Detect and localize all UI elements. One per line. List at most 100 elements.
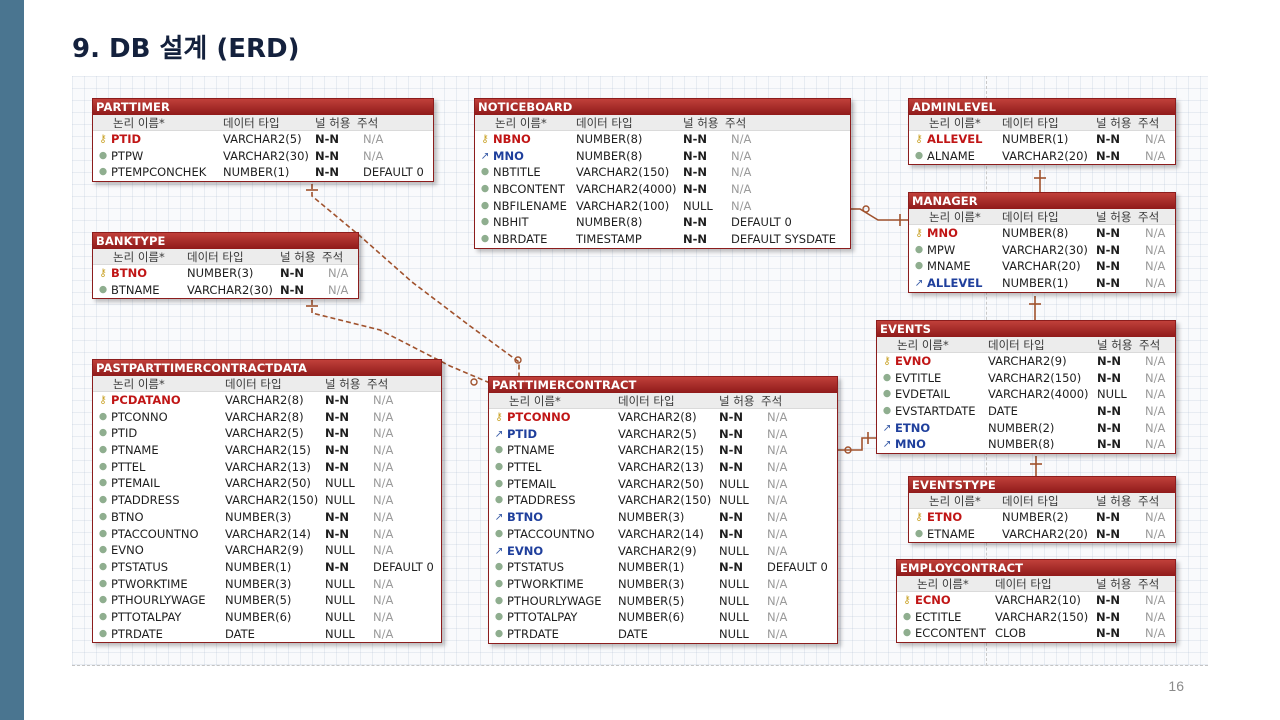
entity-column-row[interactable]: ● PTEMAIL VARCHAR2(50) NULL N/A [489, 476, 837, 493]
entity-column-row[interactable]: ● EVTITLE VARCHAR2(150) N-N N/A [877, 370, 1175, 387]
entity-column-row[interactable]: ⚷ EVNO VARCHAR2(9) N-N N/A [877, 353, 1175, 370]
entity-column-row[interactable]: ● PTHOURLYWAGE NUMBER(5) NULL N/A [489, 593, 837, 610]
entity-column-row[interactable]: ● PTACCOUNTNO VARCHAR2(14) N-N N/A [489, 526, 837, 543]
entity-employcontract[interactable]: EMPLOYCONTRACT 논리 이름* 데이터 타입 널 허용 주석 ⚷ ECNO VAR… [896, 559, 1176, 644]
column-comment: N/A [1145, 242, 1166, 257]
column-type: VARCHAR2(15) [618, 443, 704, 458]
entity-column-row[interactable]: ⚷ ALLEVEL NUMBER(1) N-N N/A [909, 131, 1175, 148]
entity-column-row[interactable]: ● PTEMAIL VARCHAR2(50) NULL N/A [93, 475, 441, 492]
entity-column-row[interactable]: ● MNAME VARCHAR(20) N-N N/A [909, 258, 1175, 275]
entity-column-row[interactable]: ● PTRDATE DATE NULL N/A [93, 626, 441, 643]
entity-column-row[interactable]: ● NBHIT NUMBER(8) N-N DEFAULT 0 [475, 214, 850, 231]
entity-column-row[interactable]: ● MPW VARCHAR2(30) N-N N/A [909, 242, 1175, 259]
entity-column-row[interactable]: ● EVNO VARCHAR2(9) NULL N/A [93, 542, 441, 559]
entity-eventstype[interactable]: EVENTSTYPE 논리 이름* 데이터 타입 널 허용 주석 ⚷ ETNO NUMBER(… [908, 476, 1176, 544]
entity-column-row[interactable]: ● PTID VARCHAR2(5) N-N N/A [93, 425, 441, 442]
entity-parttimercontract[interactable]: PARTTIMERCONTRACT 논리 이름* 데이터 타입 널 허용 주석 ⚷ PTCO… [488, 376, 838, 644]
entity-parttimer[interactable]: PARTTIMER 논리 이름* 데이터 타입 널 허용 주석 ⚷ PTID VARCHAR2… [92, 98, 434, 183]
entity-column-row[interactable]: ● PTHOURLYWAGE NUMBER(5) NULL N/A [93, 592, 441, 609]
entity-column-row[interactable]: ● PTSTATUS NUMBER(1) N-N DEFAULT 0 [93, 559, 441, 576]
column-type: VARCHAR2(9) [988, 354, 1067, 368]
entity-column-row[interactable]: ● ECTITLE VARCHAR2(150) N-N N/A [897, 609, 1175, 626]
column-dot-icon: ● [494, 461, 504, 473]
column-comment: N/A [373, 409, 394, 424]
entity-column-row[interactable]: ● EVSTARTDATE DATE N-N N/A [877, 403, 1175, 420]
column-nullability: N-N [1096, 510, 1121, 524]
entity-column-row[interactable]: ● EVDETAIL VARCHAR2(4000) NULL N/A [877, 386, 1175, 403]
entity-pastparttimercontractdata[interactable]: PASTPARTTIMERCONTRACTDATA 논리 이름* 데이터 타입 널 허… [92, 359, 442, 644]
entity-column-row[interactable]: ⚷ PTID VARCHAR2(5) N-N N/A [93, 131, 433, 148]
column-nullability: N-N [315, 148, 340, 163]
entity-column-row[interactable]: ● PTSTATUS NUMBER(1) N-N DEFAULT 0 [489, 559, 837, 576]
column-comment: N/A [767, 593, 788, 608]
entity-column-row[interactable]: ● PTNAME VARCHAR2(15) N-N N/A [93, 442, 441, 459]
entity-column-row[interactable]: ↗ BTNO NUMBER(3) N-N N/A [489, 509, 837, 526]
entity-column-row[interactable]: ● BTNO NUMBER(3) N-N N/A [93, 509, 441, 526]
entity-column-row[interactable]: ⚷ ECNO VARCHAR2(10) N-N N/A [897, 592, 1175, 609]
column-type: VARCHAR2(8) [618, 410, 697, 424]
entity-noticeboard[interactable]: NOTICEBOARD 논리 이름* 데이터 타입 널 허용 주석 ⚷ NBNO NUMBER… [474, 98, 851, 249]
entity-column-row[interactable]: ● PTACCOUNTNO VARCHAR2(14) N-N N/A [93, 526, 441, 543]
entity-column-row[interactable]: ● PTADDRESS VARCHAR2(150) NULL N/A [93, 492, 441, 509]
entity-column-row[interactable]: ● PTTOTALPAY NUMBER(6) NULL N/A [489, 609, 837, 626]
entity-column-row[interactable]: ⚷ ETNO NUMBER(2) N-N N/A [909, 509, 1175, 526]
entity-column-row[interactable]: ↗ ALLEVEL NUMBER(1) N-N N/A [909, 275, 1175, 292]
entity-manager[interactable]: MANAGER 논리 이름* 데이터 타입 널 허용 주석 ⚷ MNO NUMBER(8) N-… [908, 192, 1176, 293]
entity-adminlevel[interactable]: ADMINLEVEL 논리 이름* 데이터 타입 널 허용 주석 ⚷ ALLEVEL NUMB… [908, 98, 1176, 166]
entity-column-row[interactable]: ● NBRDATE TIMESTAMP N-N DEFAULT SYSDATE [475, 231, 850, 248]
column-comment: N/A [767, 510, 788, 525]
column-name: EVNO [507, 543, 544, 558]
entity-title: PARTTIMER [93, 99, 433, 115]
entity-column-row[interactable]: ● PTRDATE DATE NULL N/A [489, 626, 837, 643]
entity-column-row[interactable]: ● PTCONNO VARCHAR2(8) N-N N/A [93, 409, 441, 426]
column-header-type: 데이터 타입 [576, 116, 633, 130]
entity-column-row[interactable]: ● ETNAME VARCHAR2(20) N-N N/A [909, 526, 1175, 543]
entity-column-row[interactable]: ● PTTOTALPAY NUMBER(6) NULL N/A [93, 609, 441, 626]
entity-columns: 논리 이름* 데이터 타입 널 허용 주석 ⚷ ALLEVEL NUMBER(1) N-N N/… [909, 115, 1175, 164]
entity-banktype[interactable]: BANKTYPE 논리 이름* 데이터 타입 널 허용 주석 ⚷ BTNO NUMBER(3)… [92, 232, 359, 300]
entity-column-row[interactable]: ⚷ NBNO NUMBER(8) N-N N/A [475, 131, 850, 148]
entity-column-row[interactable]: ↗ PTID VARCHAR2(5) N-N N/A [489, 426, 837, 443]
entity-column-row[interactable]: ● PTTEL VARCHAR2(13) N-N N/A [93, 459, 441, 476]
column-type: VARCHAR2(150) [576, 165, 670, 180]
column-dot-icon: ● [98, 460, 108, 472]
entity-column-row[interactable]: ● ALNAME VARCHAR2(20) N-N N/A [909, 148, 1175, 165]
column-header-null: 널 허용 [1096, 494, 1132, 508]
column-nullability: NULL [719, 610, 749, 625]
entity-column-row[interactable]: ⚷ PCDATANO VARCHAR2(8) N-N N/A [93, 392, 441, 409]
column-name: BTNO [507, 510, 544, 525]
entity-column-row[interactable]: ● PTWORKTIME NUMBER(3) NULL N/A [93, 576, 441, 593]
entity-column-row[interactable]: ● PTWORKTIME NUMBER(3) NULL N/A [489, 576, 837, 593]
column-name: EVTITLE [895, 370, 942, 385]
entity-column-row[interactable]: ● PTTEL VARCHAR2(13) N-N N/A [489, 459, 837, 476]
entity-column-row[interactable]: ↗ ETNO NUMBER(2) N-N N/A [877, 420, 1175, 437]
column-header-null: 널 허용 [719, 394, 755, 408]
column-name: NBRDATE [493, 232, 548, 247]
column-comment: N/A [328, 266, 349, 280]
entity-column-row[interactable]: ⚷ MNO NUMBER(8) N-N N/A [909, 225, 1175, 242]
entity-column-row[interactable]: ● BTNAME VARCHAR2(30) N-N N/A [93, 282, 358, 299]
entity-column-row[interactable]: ⚷ PTCONNO VARCHAR2(8) N-N N/A [489, 409, 837, 426]
entity-column-row[interactable]: ↗ MNO NUMBER(8) N-N N/A [877, 436, 1175, 453]
column-comment: N/A [363, 132, 384, 146]
column-header-type: 데이터 타입 [1002, 210, 1059, 224]
column-dot-icon: ● [480, 216, 490, 228]
column-type: NUMBER(1) [223, 165, 290, 180]
entity-column-row[interactable]: ↗ MNO NUMBER(8) N-N N/A [475, 148, 850, 165]
entity-column-row[interactable]: ● NBCONTENT VARCHAR2(4000) N-N N/A [475, 181, 850, 198]
entity-columns: 논리 이름* 데이터 타입 널 허용 주석 ⚷ MNO NUMBER(8) N-N N/A ● MP… [909, 209, 1175, 292]
column-comment: N/A [373, 626, 394, 641]
entity-column-row[interactable]: ⚷ BTNO NUMBER(3) N-N N/A [93, 265, 358, 282]
column-comment: DEFAULT 0 [767, 560, 828, 575]
entity-column-row[interactable]: ● NBTITLE VARCHAR2(150) N-N N/A [475, 164, 850, 181]
entity-column-row[interactable]: ● PTEMPCONCHEK NUMBER(1) N-N DEFAULT 0 [93, 164, 433, 181]
entity-column-row[interactable]: ● NBFILENAME VARCHAR2(100) NULL N/A [475, 198, 850, 215]
column-name: MNAME [927, 259, 971, 274]
entity-column-row[interactable]: ● PTNAME VARCHAR2(15) N-N N/A [489, 442, 837, 459]
entity-column-row[interactable]: ● ECCONTENT CLOB N-N N/A [897, 625, 1175, 642]
entity-events[interactable]: EVENTS 논리 이름* 데이터 타입 널 허용 주석 ⚷ EVNO VARCHAR2(9)… [876, 320, 1176, 455]
entity-column-row[interactable]: ● PTPW VARCHAR2(30) N-N N/A [93, 148, 433, 165]
column-nullability: N-N [280, 282, 305, 297]
entity-column-row[interactable]: ● PTADDRESS VARCHAR2(150) NULL N/A [489, 492, 837, 509]
entity-column-row[interactable]: ↗ EVNO VARCHAR2(9) NULL N/A [489, 543, 837, 560]
